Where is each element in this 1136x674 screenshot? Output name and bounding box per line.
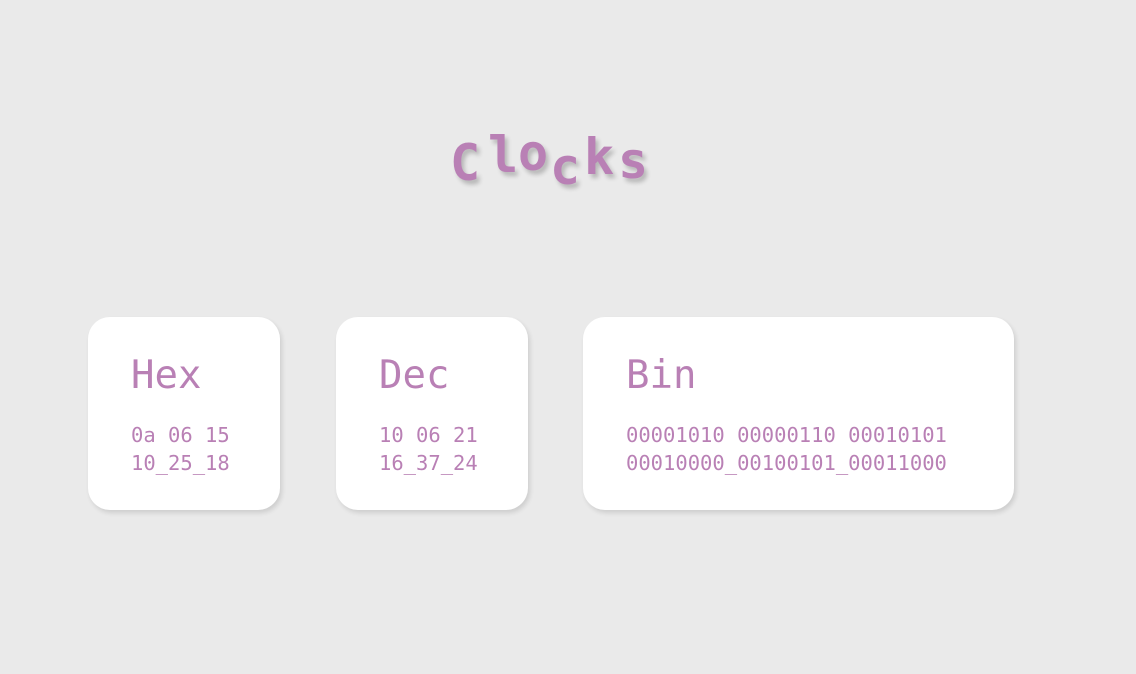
bin-clock-time: 00010000_00100101_00011000 — [626, 451, 947, 475]
dec-clock-date: 10 06 21 — [379, 423, 478, 447]
bin-clock-date: 00001010 00000110 00010101 — [626, 423, 947, 447]
hex-clock-heading: Hex — [131, 353, 202, 398]
dec-clock-heading: Dec — [379, 353, 450, 398]
hex-clock-date: 0a 06 15 — [131, 423, 230, 447]
page-title: C l o c k s — [450, 128, 670, 198]
title-letter: l — [488, 126, 519, 184]
bin-clock-heading: Bin — [626, 353, 697, 398]
title-letter: c — [550, 138, 581, 196]
title-letter: s — [618, 132, 649, 190]
bin-clock-card: Bin 00001010 00000110 00010101 00010000_… — [583, 317, 1014, 510]
title-letter: k — [584, 128, 615, 186]
dec-clock-time: 16_37_24 — [379, 451, 478, 475]
title-letter: o — [518, 124, 549, 182]
hex-clock-time: 10_25_18 — [131, 451, 230, 475]
dec-clock-card: Dec 10 06 21 16_37_24 — [336, 317, 528, 510]
title-letter: C — [450, 134, 481, 192]
hex-clock-card: Hex 0a 06 15 10_25_18 — [88, 317, 280, 510]
